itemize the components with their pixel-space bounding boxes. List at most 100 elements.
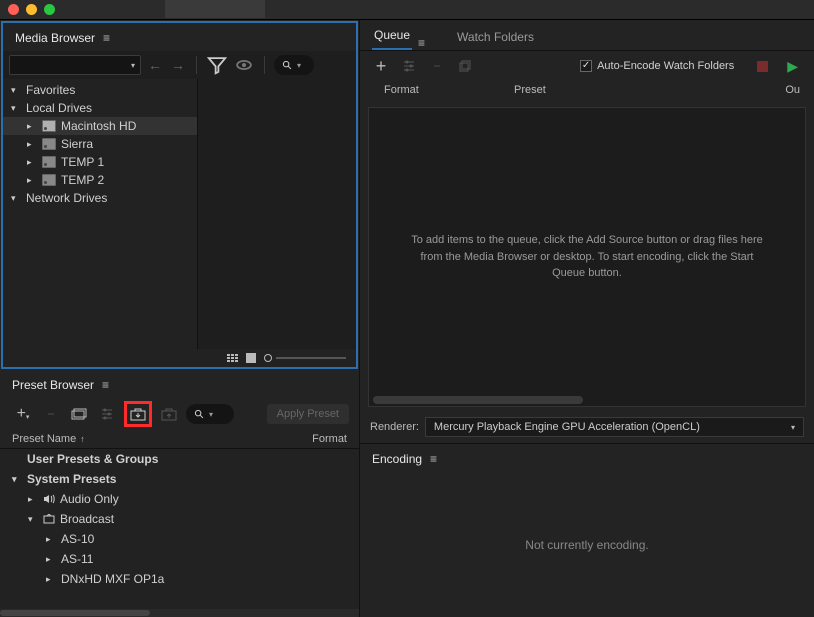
title-dark-slot [165, 0, 265, 18]
preset-item[interactable]: ▸ AS-10 [0, 529, 359, 549]
encoding-panel: Encoding ≡ Not currently encoding. [360, 443, 814, 617]
sort-asc-icon: ↑ [80, 434, 85, 444]
encoding-status: Not currently encoding. [525, 538, 648, 552]
window-zoom-button[interactable] [44, 4, 55, 15]
stop-icon[interactable] [757, 61, 768, 72]
search-input[interactable]: ▾ [274, 55, 314, 75]
drive-icon [42, 138, 56, 150]
preset-h-scrollbar[interactable] [0, 609, 359, 617]
chevron-down-icon: ▾ [11, 85, 21, 96]
preset-browser-panel: Preset Browser ≡ +▾ − [0, 370, 359, 617]
tab-queue[interactable]: Queue [372, 28, 412, 50]
chevron-down-icon: ▾ [297, 61, 301, 70]
start-queue-button[interactable]: ▶ [787, 58, 798, 75]
duplicate-button[interactable] [456, 57, 474, 75]
preset-search-input[interactable]: ▾ [186, 404, 234, 424]
panel-menu-icon[interactable]: ≡ [418, 36, 425, 50]
queue-settings-icon[interactable] [400, 57, 418, 75]
media-content-area[interactable] [198, 79, 356, 349]
tree-drive-item[interactable]: ▸ Sierra [3, 135, 197, 153]
list-view-icon[interactable] [227, 354, 238, 362]
tree-drive-item[interactable]: ▸ Macintosh HD [3, 117, 197, 135]
chevron-down-icon: ▾ [209, 410, 213, 419]
col-format[interactable]: Format [384, 84, 514, 96]
divider [196, 56, 197, 74]
chevron-down-icon: ▾ [11, 103, 21, 114]
chevron-right-icon: ▸ [46, 574, 56, 585]
filter-icon[interactable] [206, 55, 228, 75]
tree-local-drives[interactable]: ▾ Local Drives [3, 99, 197, 117]
encoding-title: Encoding [372, 452, 422, 466]
chevron-down-icon: ▾ [791, 423, 795, 432]
broadcast-icon [43, 514, 55, 524]
renderer-select[interactable]: Mercury Playback Engine GPU Acceleration… [425, 417, 804, 437]
zoom-slider[interactable] [264, 354, 346, 362]
path-dropdown[interactable]: ▾ [9, 55, 141, 75]
chevron-right-icon: ▸ [27, 139, 37, 150]
apply-preset-button[interactable]: Apply Preset [267, 404, 349, 424]
media-browser-panel: Media Browser ≡ ▾ ← → ▾ [1, 21, 358, 369]
add-source-button[interactable]: + [372, 57, 390, 75]
nav-forward-button[interactable]: → [169, 56, 187, 74]
zoom-min-icon [264, 354, 272, 362]
col-preset[interactable]: Preset [514, 84, 785, 96]
preset-browser-title: Preset Browser [12, 378, 94, 392]
preset-settings-button[interactable] [96, 404, 118, 424]
sound-icon [43, 494, 55, 504]
auto-encode-label: Auto-Encode Watch Folders [597, 60, 734, 72]
window-minimize-button[interactable] [26, 4, 37, 15]
drive-icon [42, 174, 56, 186]
tree-drive-item[interactable]: ▸ TEMP 1 [3, 153, 197, 171]
preset-item[interactable]: ▸ DNxHD MXF OP1a [0, 569, 359, 589]
drive-icon [42, 120, 56, 132]
remove-preset-button[interactable]: − [40, 404, 62, 424]
queue-h-scrollbar[interactable] [373, 396, 801, 404]
panel-menu-icon[interactable]: ≡ [430, 452, 437, 466]
chevron-right-icon: ▸ [46, 554, 56, 565]
preset-audio-only[interactable]: ▸ Audio Only [0, 489, 359, 509]
preset-tree[interactable]: User Presets & Groups ▾ System Presets ▸… [0, 448, 359, 609]
new-group-button[interactable] [68, 404, 90, 424]
panel-menu-icon[interactable]: ≡ [102, 378, 109, 392]
import-preset-button-highlight [124, 401, 152, 427]
tree-network-drives[interactable]: ▾ Network Drives [3, 189, 197, 207]
window-close-button[interactable] [8, 4, 19, 15]
chevron-right-icon: ▸ [27, 157, 37, 168]
divider [264, 56, 265, 74]
chevron-right-icon: ▸ [28, 494, 38, 505]
media-browser-title: Media Browser [15, 31, 95, 45]
media-tree[interactable]: ▾ Favorites ▾ Local Drives ▸ Macintosh H… [3, 79, 198, 349]
auto-encode-checkbox[interactable] [580, 60, 592, 72]
panel-menu-icon[interactable]: ≡ [103, 31, 110, 45]
import-preset-button[interactable] [127, 404, 149, 424]
nav-back-button[interactable]: ← [146, 56, 164, 74]
chevron-down-icon: ▾ [28, 514, 38, 525]
col-format[interactable]: Format [312, 433, 347, 445]
tree-favorites[interactable]: ▾ Favorites [3, 81, 197, 99]
queue-drop-area[interactable]: To add items to the queue, click the Add… [368, 107, 806, 407]
chevron-right-icon: ▸ [27, 175, 37, 186]
preset-broadcast[interactable]: ▾ Broadcast [0, 509, 359, 529]
chevron-down-icon: ▾ [131, 61, 135, 70]
chevron-down-icon: ▾ [11, 193, 21, 204]
renderer-label: Renderer: [370, 421, 419, 433]
add-preset-button[interactable]: +▾ [12, 404, 34, 424]
chevron-down-icon: ▾ [12, 474, 22, 485]
export-preset-button[interactable] [158, 404, 180, 424]
preset-item[interactable]: ▸ AS-11 [0, 549, 359, 569]
drive-icon [42, 156, 56, 168]
chevron-right-icon: ▸ [27, 121, 37, 132]
remove-button[interactable]: − [428, 57, 446, 75]
queue-hint-text: To add items to the queue, click the Add… [409, 232, 765, 282]
preset-user-group[interactable]: User Presets & Groups [0, 449, 359, 469]
tree-drive-item[interactable]: ▸ TEMP 2 [3, 171, 197, 189]
col-output[interactable]: Ou [785, 84, 800, 96]
ingest-icon[interactable] [233, 55, 255, 75]
zoom-track[interactable] [276, 357, 346, 359]
chevron-right-icon: ▸ [46, 534, 56, 545]
col-preset-name[interactable]: Preset Name [12, 433, 76, 445]
preset-system-group[interactable]: ▾ System Presets [0, 469, 359, 489]
tab-watch-folders[interactable]: Watch Folders [455, 30, 536, 50]
thumb-view-icon[interactable] [246, 353, 256, 363]
queue-panel: Queue ≡ Watch Folders + − Auto-Encode Wa… [360, 20, 814, 443]
